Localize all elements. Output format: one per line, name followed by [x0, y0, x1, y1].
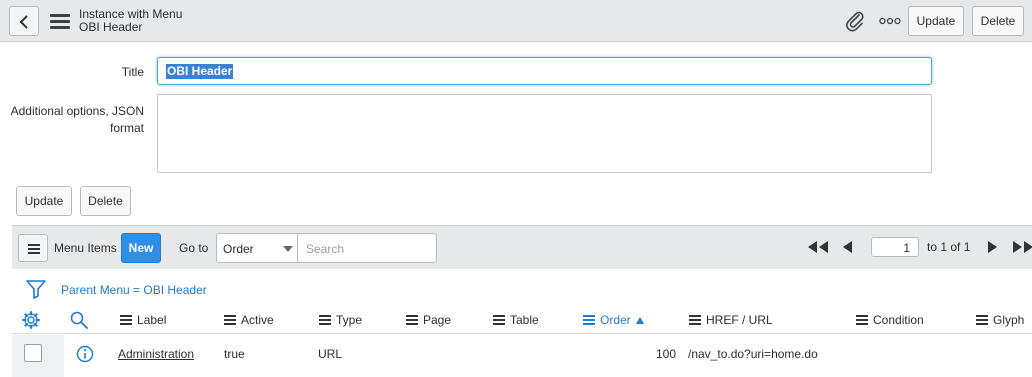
header-update-button[interactable]: Update [908, 6, 964, 36]
header-delete-button[interactable]: Delete [972, 6, 1024, 36]
list-context-menu-icon[interactable] [18, 234, 48, 262]
json-options-label: Additional options, JSON format [10, 104, 144, 135]
column-label-text: Active [241, 313, 274, 327]
column-header-href[interactable]: HREF / URL [689, 313, 773, 327]
list-search-input[interactable]: Search [297, 233, 437, 263]
page-range-text: to 1 of 1 [927, 240, 971, 254]
column-label-text: Table [510, 313, 539, 327]
column-menu-icon[interactable] [120, 315, 132, 325]
row-active-cell: true [224, 347, 245, 361]
search-placeholder: Search [306, 242, 345, 256]
form-header: Instance with Menu OBI Header Update Del… [0, 0, 1032, 42]
last-page-icon[interactable] [1013, 241, 1032, 253]
column-menu-icon[interactable] [976, 315, 988, 325]
column-header-active[interactable]: Active [224, 313, 274, 327]
form-delete-button[interactable]: Delete [80, 186, 131, 216]
column-header-glyph[interactable]: Glyph [976, 313, 1024, 327]
column-menu-icon[interactable] [583, 315, 595, 325]
paperclip-icon[interactable] [844, 10, 866, 32]
column-label-text: Label [137, 313, 167, 327]
column-menu-icon[interactable] [689, 315, 701, 325]
chevron-left-icon [19, 15, 28, 29]
column-menu-icon[interactable] [856, 315, 868, 325]
column-header-type[interactable]: Type [319, 313, 362, 327]
column-label-text: HREF / URL [706, 313, 773, 327]
related-list-toolbar: Menu Items New Go to Order Search 1 to 1… [12, 225, 1032, 269]
column-label-text: Order [600, 313, 631, 327]
new-button[interactable]: New [121, 233, 161, 263]
page-number-input[interactable]: 1 [871, 237, 919, 257]
goto-label: Go to [179, 241, 209, 255]
goto-selected-value: Order [223, 242, 254, 256]
page-number-value: 1 [903, 241, 910, 255]
caret-down-icon [283, 246, 293, 252]
column-header-table[interactable]: Table [493, 313, 539, 327]
column-label-text: Glyph [993, 313, 1025, 327]
column-menu-icon[interactable] [406, 315, 418, 325]
column-header-condition[interactable]: Condition [856, 313, 924, 327]
column-label-text: Condition [873, 313, 924, 327]
first-page-icon[interactable] [807, 241, 829, 253]
row-label-link[interactable]: Administration [118, 347, 194, 361]
column-header-page[interactable]: Page [406, 313, 451, 327]
gear-icon[interactable] [22, 311, 40, 329]
next-page-icon[interactable] [988, 241, 998, 253]
info-icon[interactable] [76, 345, 94, 363]
column-menu-icon[interactable] [319, 315, 331, 325]
filter-breadcrumb[interactable]: Parent Menu = OBI Header [61, 283, 207, 297]
more-options-icon[interactable] [879, 17, 901, 25]
previous-page-icon[interactable] [842, 241, 852, 253]
json-options-textarea[interactable] [157, 94, 932, 173]
goto-field-select[interactable]: Order [216, 233, 298, 263]
column-header-order[interactable]: Order [583, 313, 644, 327]
back-button[interactable] [9, 6, 39, 36]
column-label-text: Page [423, 313, 452, 327]
title-field[interactable]: OBI Header [157, 57, 932, 85]
column-label-text: Type [336, 313, 363, 327]
filter-icon[interactable] [26, 279, 46, 299]
title-value: OBI Header [166, 64, 234, 79]
column-menu-icon[interactable] [224, 315, 236, 325]
row-checkbox[interactable] [24, 344, 42, 362]
related-list-title: Menu Items [54, 241, 117, 255]
row-order-cell: 100 [656, 347, 677, 361]
title-label: Title [121, 65, 144, 79]
column-menu-icon[interactable] [493, 315, 505, 325]
sort-ascending-icon [635, 317, 644, 324]
form-update-button[interactable]: Update [16, 186, 72, 216]
hamburger-menu-icon[interactable] [50, 13, 70, 29]
column-header-label[interactable]: Label [120, 313, 166, 327]
search-icon[interactable] [70, 311, 88, 329]
form-subtitle: OBI Header [79, 20, 143, 34]
row-href-cell: /nav_to.do?uri=home.do [688, 347, 818, 361]
row-type-cell: URL [318, 347, 343, 361]
